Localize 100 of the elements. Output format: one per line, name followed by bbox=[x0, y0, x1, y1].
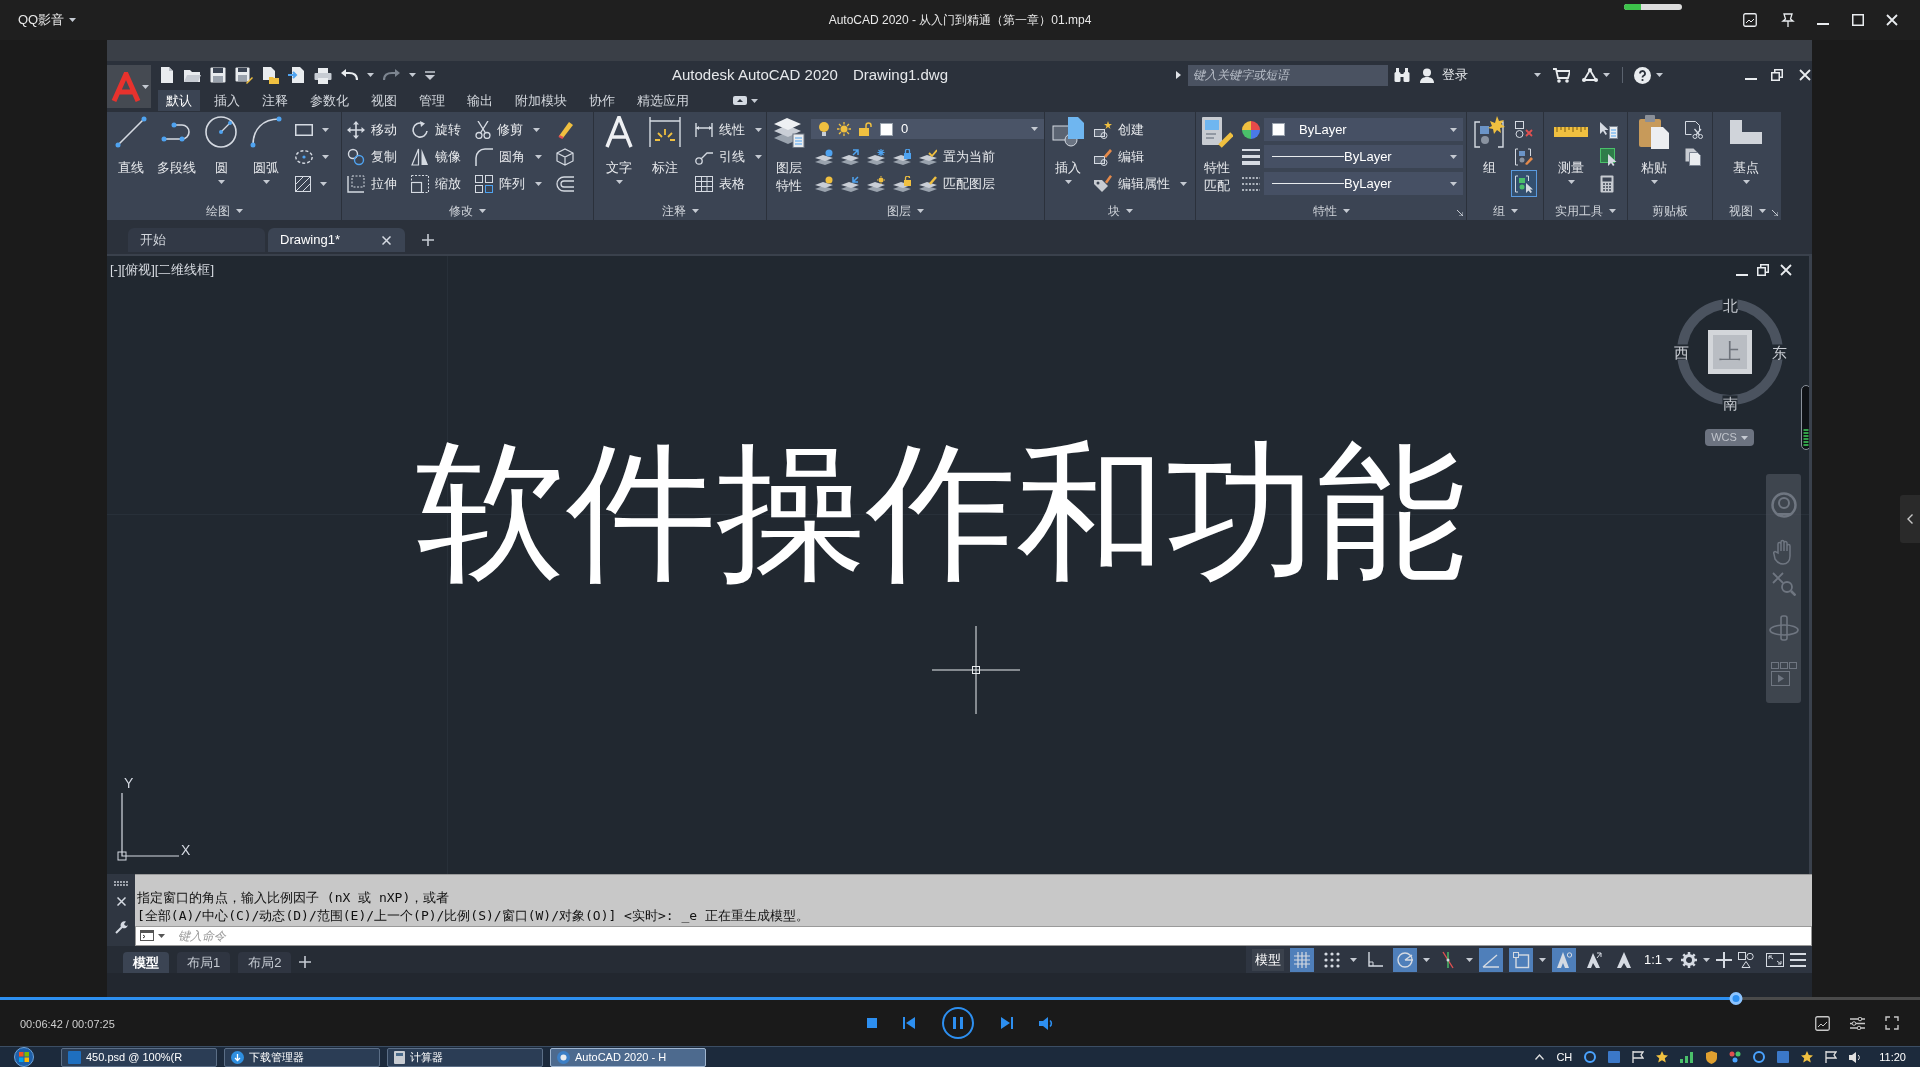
plus-icon[interactable] bbox=[1716, 951, 1732, 968]
caret-icon[interactable] bbox=[158, 933, 165, 938]
layer-bulb-icon[interactable] bbox=[815, 148, 833, 165]
ribbon-button[interactable]: 粘贴 bbox=[1634, 112, 1674, 202]
ribbon-tab[interactable]: 输出 bbox=[459, 90, 501, 111]
ribbon-tab[interactable]: 插入 bbox=[206, 90, 248, 111]
property-dropdown[interactable]: ByLayer bbox=[1264, 145, 1463, 168]
layout-tab[interactable]: 模型 bbox=[123, 952, 169, 973]
ribbon-button[interactable]: 镜像 bbox=[407, 143, 465, 170]
document-arrow-icon[interactable] bbox=[288, 66, 305, 84]
grid-icon[interactable] bbox=[1289, 947, 1314, 972]
layout-tab[interactable]: 布局2 bbox=[238, 952, 292, 973]
ribbon-button[interactable]: 旋转 bbox=[407, 116, 465, 143]
close-x-icon[interactable] bbox=[116, 897, 126, 906]
ribbon-button[interactable]: 圆 bbox=[201, 112, 241, 202]
ribbon-tab[interactable]: 精选应用 bbox=[629, 90, 697, 111]
grip-dots-icon[interactable] bbox=[114, 881, 128, 886]
ribbon-button[interactable]: 组 bbox=[1469, 112, 1509, 202]
document-folder-icon[interactable] bbox=[262, 66, 279, 84]
wrench-icon[interactable] bbox=[114, 921, 128, 934]
layer-arrow-icon[interactable] bbox=[841, 148, 859, 165]
side-panel-toggle[interactable] bbox=[1900, 494, 1920, 543]
square-snap-icon[interactable] bbox=[1508, 947, 1533, 972]
panel-title-button[interactable]: 组 bbox=[1492, 202, 1518, 220]
corner-arrow-icon[interactable] bbox=[1457, 210, 1463, 216]
caret-icon[interactable] bbox=[367, 73, 374, 77]
caret-icon[interactable] bbox=[1465, 957, 1473, 962]
skip-back-icon[interactable] bbox=[902, 1017, 915, 1029]
pause-icon[interactable] bbox=[941, 1007, 974, 1039]
shield-icon[interactable] bbox=[1706, 1050, 1718, 1064]
expand-corners-icon[interactable] bbox=[1885, 1016, 1899, 1030]
ribbon-button[interactable]: 文字 bbox=[599, 112, 639, 202]
close-icon[interactable] bbox=[1799, 69, 1811, 81]
taskbar-item[interactable]: AutoCAD 2020 - H bbox=[550, 1047, 706, 1067]
close-icon[interactable] bbox=[1886, 14, 1898, 26]
property-dropdown[interactable]: ByLayer bbox=[1264, 118, 1463, 141]
taskbar-item[interactable]: 450.psd @ 100%(R bbox=[61, 1047, 217, 1067]
ribbon-button[interactable]: 表格 bbox=[691, 170, 766, 197]
ribbon-button[interactable]: 匹配图层 bbox=[919, 173, 995, 194]
ribbon-button[interactable]: 特性匹配 bbox=[1197, 112, 1237, 202]
speaker-small-icon[interactable] bbox=[1849, 1051, 1862, 1063]
plus-small-icon[interactable] bbox=[422, 234, 434, 246]
flag-icon[interactable] bbox=[1825, 1051, 1838, 1063]
ribbon-button[interactable]: 复制 bbox=[343, 143, 401, 170]
line-weights-icon[interactable] bbox=[1242, 148, 1260, 165]
plus-small-icon[interactable] bbox=[299, 956, 312, 968]
ribbon-button[interactable]: 修剪 bbox=[471, 116, 546, 143]
ribbon-tab[interactable]: 参数化 bbox=[302, 90, 357, 111]
undo-arrow-icon[interactable] bbox=[341, 69, 358, 81]
app-menu-button[interactable]: QQ影音 bbox=[18, 10, 77, 30]
ribbon-tab[interactable]: 管理 bbox=[411, 90, 453, 111]
layers-unlock-icon[interactable] bbox=[893, 175, 911, 192]
panel-title-button[interactable]: 特性 bbox=[1312, 202, 1350, 220]
panel-title-button[interactable]: 修改 bbox=[449, 202, 486, 220]
layers-sun-icon[interactable] bbox=[867, 175, 885, 192]
property-dropdown[interactable]: ByLayer bbox=[1264, 172, 1463, 195]
star-icon[interactable] bbox=[1801, 1051, 1814, 1063]
ribbon-button[interactable]: 圆角 bbox=[471, 143, 546, 170]
annotation-scale-button[interactable]: 1:1 bbox=[1641, 949, 1675, 970]
compass-label[interactable]: 西 bbox=[1673, 344, 1689, 360]
compass-label[interactable]: 东 bbox=[1771, 344, 1787, 360]
ribbon-button[interactable]: 阵列 bbox=[471, 170, 546, 197]
stop-icon[interactable] bbox=[866, 1018, 877, 1028]
document-tab[interactable]: Drawing1* bbox=[268, 228, 405, 252]
restore-icon[interactable] bbox=[1757, 264, 1769, 276]
ribbon-button[interactable]: 图层特性 bbox=[769, 112, 809, 202]
start-orb-icon[interactable] bbox=[14, 1047, 34, 1067]
caret-icon[interactable] bbox=[1349, 957, 1357, 962]
caret-icon[interactable] bbox=[1422, 957, 1430, 962]
customize-menu-icon[interactable] bbox=[425, 70, 435, 80]
layer-dropdown[interactable]: 0 bbox=[811, 119, 1044, 139]
folder-icon[interactable] bbox=[183, 67, 201, 83]
cart-icon[interactable] bbox=[1553, 67, 1570, 83]
ribbon-button[interactable]: 编辑属性 bbox=[1090, 170, 1191, 197]
dot-cluster-icon[interactable] bbox=[1729, 1051, 1742, 1063]
square-icon[interactable] bbox=[1777, 1051, 1790, 1063]
ribbon-button[interactable]: 测量 bbox=[1551, 112, 1591, 202]
redo-arrow-icon[interactable] bbox=[383, 69, 400, 81]
triangle-nodes-icon[interactable] bbox=[1582, 68, 1598, 82]
ribbon-button[interactable]: 直线 bbox=[111, 112, 151, 202]
pin-icon[interactable] bbox=[1781, 13, 1795, 27]
document-tab[interactable]: 开始 bbox=[128, 228, 265, 252]
ribbon-tab[interactable]: 协作 bbox=[581, 90, 623, 111]
ribbon-button[interactable]: 多段线 bbox=[156, 112, 196, 202]
compass-label[interactable]: 南 bbox=[1722, 395, 1738, 411]
panel-title-button[interactable]: 实用工具 bbox=[1555, 202, 1616, 220]
model-space-button[interactable]: 模型 bbox=[1251, 948, 1284, 971]
expand-arrows-icon[interactable] bbox=[1766, 952, 1784, 967]
help-icon[interactable] bbox=[1634, 66, 1651, 84]
ribbon-tab[interactable]: 附加模块 bbox=[507, 90, 575, 111]
ribbon-button[interactable]: 缩放 bbox=[407, 170, 465, 197]
corner-arrow-icon[interactable] bbox=[1772, 210, 1778, 216]
ring-icon[interactable] bbox=[1584, 1051, 1597, 1063]
color-wheel-icon[interactable] bbox=[1242, 120, 1260, 139]
play-triangle-icon[interactable] bbox=[1176, 71, 1181, 79]
caret-icon[interactable] bbox=[1656, 73, 1663, 77]
command-input[interactable]: 键入命令 bbox=[135, 926, 1812, 946]
caret-icon[interactable] bbox=[1703, 957, 1710, 962]
sign-in-button[interactable]: 登录 bbox=[1420, 65, 1541, 85]
ribbon-tab[interactable]: 注释 bbox=[254, 90, 296, 111]
